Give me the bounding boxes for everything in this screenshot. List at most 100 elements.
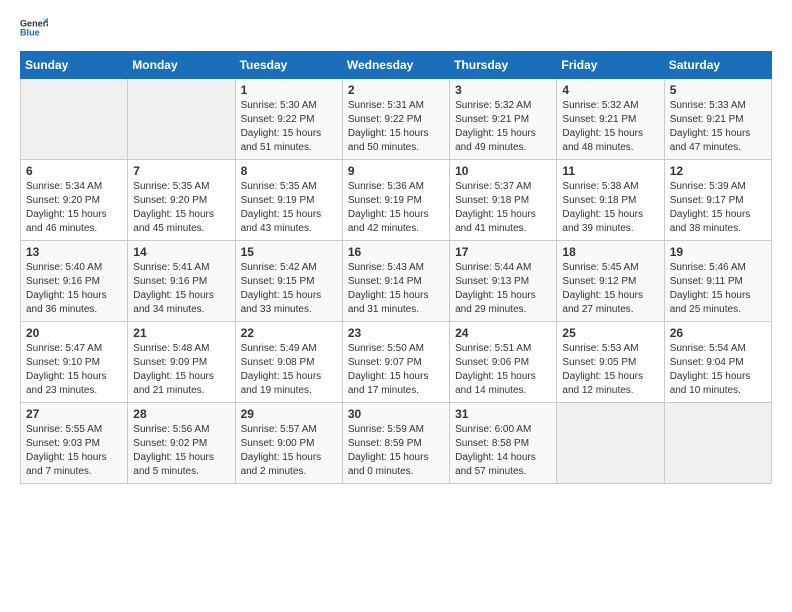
calendar-week-row: 27 Sunrise: 5:55 AM Sunset: 9:03 PM Dayli… (21, 403, 772, 484)
day-number: 3 (455, 83, 551, 97)
calendar-cell: 24 Sunrise: 5:51 AM Sunset: 9:06 PM Dayli… (450, 322, 557, 403)
calendar-table: SundayMondayTuesdayWednesdayThursdayFrid… (20, 51, 772, 484)
calendar-cell: 8 Sunrise: 5:35 AM Sunset: 9:19 PM Daylig… (235, 160, 342, 241)
calendar-cell: 25 Sunrise: 5:53 AM Sunset: 9:05 PM Dayli… (557, 322, 664, 403)
calendar-cell: 12 Sunrise: 5:39 AM Sunset: 9:17 PM Dayli… (664, 160, 771, 241)
day-info: Sunrise: 5:42 AM Sunset: 9:15 PM Dayligh… (241, 261, 337, 317)
day-info: Sunrise: 5:33 AM Sunset: 9:21 PM Dayligh… (670, 99, 766, 155)
day-number: 24 (455, 326, 551, 340)
calendar-cell: 21 Sunrise: 5:48 AM Sunset: 9:09 PM Dayli… (128, 322, 235, 403)
day-info: Sunrise: 5:56 AM Sunset: 9:02 PM Dayligh… (133, 423, 229, 479)
day-number: 8 (241, 164, 337, 178)
day-number: 29 (241, 407, 337, 421)
weekday-header-monday: Monday (128, 52, 235, 79)
day-number: 23 (348, 326, 444, 340)
calendar-cell: 28Sunrise: 5:56 AM Sunset: 9:02 PM Dayli… (128, 403, 235, 484)
day-info: Sunrise: 5:46 AM Sunset: 9:11 PM Dayligh… (670, 261, 766, 317)
calendar-cell: 29 Sunrise: 5:57 AM Sunset: 9:00 PM Dayli… (235, 403, 342, 484)
day-info: Sunrise: 5:51 AM Sunset: 9:06 PM Dayligh… (455, 342, 551, 398)
day-info: Sunrise: 5:54 AM Sunset: 9:04 PM Dayligh… (670, 342, 766, 398)
day-info: Sunrise: 5:47 AM Sunset: 9:10 PM Dayligh… (26, 342, 122, 398)
day-info: Sunrise: 5:55 AM Sunset: 9:03 PM Dayligh… (26, 423, 122, 479)
day-info: Sunrise: 5:35 AM Sunset: 9:20 PM Dayligh… (133, 180, 229, 236)
calendar-week-row: 13 Sunrise: 5:40 AM Sunset: 9:16 PM Dayli… (21, 241, 772, 322)
day-info: Sunrise: 5:38 AM Sunset: 9:18 PM Dayligh… (562, 180, 658, 236)
calendar-cell: 19 Sunrise: 5:46 AM Sunset: 9:11 PM Dayli… (664, 241, 771, 322)
calendar-cell: 13 Sunrise: 5:40 AM Sunset: 9:16 PM Dayli… (21, 241, 128, 322)
calendar-cell: 9 Sunrise: 5:36 AM Sunset: 9:19 PM Daylig… (342, 160, 449, 241)
day-info: Sunrise: 5:35 AM Sunset: 9:19 PM Dayligh… (241, 180, 337, 236)
calendar-cell: 27 Sunrise: 5:55 AM Sunset: 9:03 PM Dayli… (21, 403, 128, 484)
day-number: 20 (26, 326, 122, 340)
day-number: 4 (562, 83, 658, 97)
page-container: General Blue SundayMondayTuesdayWednesda… (0, 0, 792, 494)
day-number: 12 (670, 164, 766, 178)
calendar-cell: 4 Sunrise: 5:32 AM Sunset: 9:21 PM Daylig… (557, 79, 664, 160)
day-info: Sunrise: 5:43 AM Sunset: 9:14 PM Dayligh… (348, 261, 444, 317)
day-number: 19 (670, 245, 766, 259)
calendar-cell (128, 79, 235, 160)
day-info: Sunrise: 5:44 AM Sunset: 9:13 PM Dayligh… (455, 261, 551, 317)
calendar-cell: 30 Sunrise: 5:59 AM Sunset: 8:59 PM Dayli… (342, 403, 449, 484)
day-info: Sunrise: 5:45 AM Sunset: 9:12 PM Dayligh… (562, 261, 658, 317)
calendar-cell: 16 Sunrise: 5:43 AM Sunset: 9:14 PM Dayli… (342, 241, 449, 322)
day-info: Sunrise: 5:32 AM Sunset: 9:21 PM Dayligh… (562, 99, 658, 155)
weekday-header-row: SundayMondayTuesdayWednesdayThursdayFrid… (21, 52, 772, 79)
calendar-cell: 18Sunrise: 5:45 AM Sunset: 9:12 PM Dayli… (557, 241, 664, 322)
day-number: 27 (26, 407, 122, 421)
weekday-header-sunday: Sunday (21, 52, 128, 79)
day-number: 6 (26, 164, 122, 178)
day-info: Sunrise: 5:49 AM Sunset: 9:08 PM Dayligh… (241, 342, 337, 398)
calendar-cell: 31 Sunrise: 6:00 AM Sunset: 8:58 PM Dayli… (450, 403, 557, 484)
day-number: 5 (670, 83, 766, 97)
day-info: Sunrise: 5:32 AM Sunset: 9:21 PM Dayligh… (455, 99, 551, 155)
weekday-header-wednesday: Wednesday (342, 52, 449, 79)
weekday-header-saturday: Saturday (664, 52, 771, 79)
day-number: 30 (348, 407, 444, 421)
logo: General Blue (20, 16, 48, 43)
day-number: 11 (562, 164, 658, 178)
day-info: Sunrise: 5:40 AM Sunset: 9:16 PM Dayligh… (26, 261, 122, 317)
day-number: 15 (241, 245, 337, 259)
day-info: Sunrise: 5:48 AM Sunset: 9:09 PM Dayligh… (133, 342, 229, 398)
calendar-cell: 14Sunrise: 5:41 AM Sunset: 9:16 PM Dayli… (128, 241, 235, 322)
day-number: 25 (562, 326, 658, 340)
day-number: 13 (26, 245, 122, 259)
calendar-cell (664, 403, 771, 484)
calendar-cell (557, 403, 664, 484)
day-number: 7 (133, 164, 229, 178)
day-info: Sunrise: 5:39 AM Sunset: 9:17 PM Dayligh… (670, 180, 766, 236)
day-info: Sunrise: 5:53 AM Sunset: 9:05 PM Dayligh… (562, 342, 658, 398)
day-info: Sunrise: 5:36 AM Sunset: 9:19 PM Dayligh… (348, 180, 444, 236)
calendar-cell: 10Sunrise: 5:37 AM Sunset: 9:18 PM Dayli… (450, 160, 557, 241)
calendar-cell: 22 Sunrise: 5:49 AM Sunset: 9:08 PM Dayli… (235, 322, 342, 403)
day-info: Sunrise: 6:00 AM Sunset: 8:58 PM Dayligh… (455, 423, 551, 479)
calendar-cell (21, 79, 128, 160)
day-number: 2 (348, 83, 444, 97)
day-number: 21 (133, 326, 229, 340)
calendar-cell: 3 Sunrise: 5:32 AM Sunset: 9:21 PM Daylig… (450, 79, 557, 160)
calendar-cell: 5 Sunrise: 5:33 AM Sunset: 9:21 PM Daylig… (664, 79, 771, 160)
weekday-header-thursday: Thursday (450, 52, 557, 79)
day-number: 9 (348, 164, 444, 178)
calendar-cell: 26Sunrise: 5:54 AM Sunset: 9:04 PM Dayli… (664, 322, 771, 403)
calendar-week-row: 20 Sunrise: 5:47 AM Sunset: 9:10 PM Dayli… (21, 322, 772, 403)
calendar-cell: 7 Sunrise: 5:35 AM Sunset: 9:20 PM Daylig… (128, 160, 235, 241)
day-info: Sunrise: 5:59 AM Sunset: 8:59 PM Dayligh… (348, 423, 444, 479)
day-number: 17 (455, 245, 551, 259)
day-number: 31 (455, 407, 551, 421)
day-number: 10 (455, 164, 551, 178)
day-number: 22 (241, 326, 337, 340)
day-number: 16 (348, 245, 444, 259)
calendar-cell: 23Sunrise: 5:50 AM Sunset: 9:07 PM Dayli… (342, 322, 449, 403)
svg-text:Blue: Blue (20, 27, 40, 37)
calendar-cell: 15 Sunrise: 5:42 AM Sunset: 9:15 PM Dayli… (235, 241, 342, 322)
day-number: 1 (241, 83, 337, 97)
header: General Blue (20, 16, 772, 43)
calendar-cell: 17 Sunrise: 5:44 AM Sunset: 9:13 PM Dayli… (450, 241, 557, 322)
logo-graphic: General Blue (20, 16, 48, 43)
day-info: Sunrise: 5:30 AM Sunset: 9:22 PM Dayligh… (241, 99, 337, 155)
day-info: Sunrise: 5:57 AM Sunset: 9:00 PM Dayligh… (241, 423, 337, 479)
calendar-cell: 1 Sunrise: 5:30 AM Sunset: 9:22 PM Daylig… (235, 79, 342, 160)
calendar-week-row: 1 Sunrise: 5:30 AM Sunset: 9:22 PM Daylig… (21, 79, 772, 160)
